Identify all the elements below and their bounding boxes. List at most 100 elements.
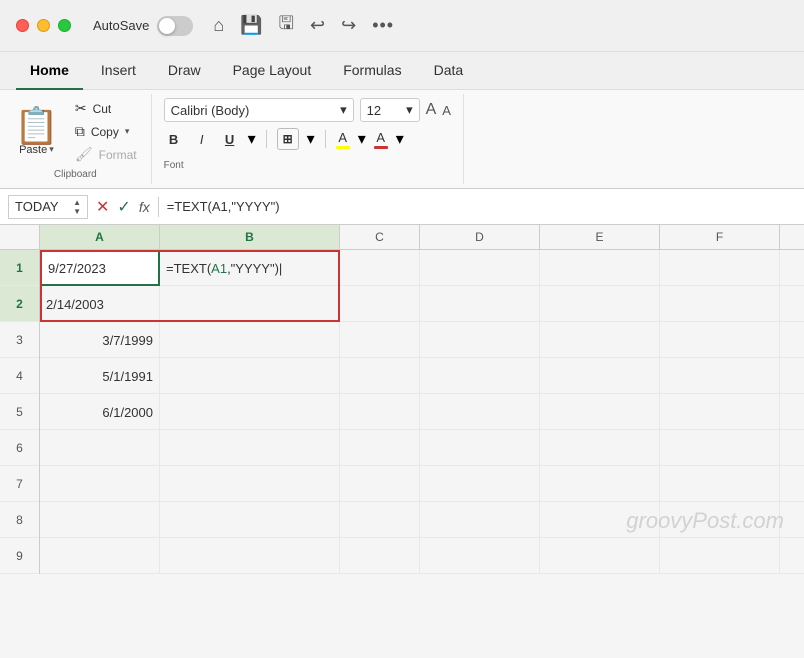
cell-d9[interactable] bbox=[420, 538, 540, 574]
cell-c3[interactable] bbox=[340, 322, 420, 358]
formula-cancel-button[interactable]: ✕ bbox=[96, 197, 109, 217]
tab-data[interactable]: Data bbox=[420, 52, 478, 90]
cell-e7[interactable] bbox=[540, 466, 660, 502]
bold-button[interactable]: B bbox=[164, 130, 184, 149]
font-family-dropdown[interactable]: Calibri (Body) ▾ bbox=[164, 98, 354, 122]
increase-font-button[interactable]: A bbox=[426, 101, 437, 119]
cell-e6[interactable] bbox=[540, 430, 660, 466]
cell-f1[interactable] bbox=[660, 250, 780, 286]
cell-c1[interactable] bbox=[340, 250, 420, 286]
cell-d8[interactable] bbox=[420, 502, 540, 538]
redo-icon[interactable]: ↪ bbox=[341, 15, 356, 36]
col-header-f[interactable]: F bbox=[660, 225, 780, 249]
minimize-button[interactable] bbox=[37, 19, 50, 32]
formula-confirm-button[interactable]: ✓ bbox=[117, 197, 130, 217]
cell-e2[interactable] bbox=[540, 286, 660, 322]
row-num-1[interactable]: 1 bbox=[0, 250, 39, 286]
save-cloud-icon[interactable]: 🖫 bbox=[279, 11, 294, 41]
cell-c8[interactable] bbox=[340, 502, 420, 538]
cell-e4[interactable] bbox=[540, 358, 660, 394]
cell-f4[interactable] bbox=[660, 358, 780, 394]
cell-f6[interactable] bbox=[660, 430, 780, 466]
cell-f5[interactable] bbox=[660, 394, 780, 430]
cell-a3[interactable]: 3/7/1999 bbox=[40, 322, 160, 358]
cell-a4[interactable]: 5/1/1991 bbox=[40, 358, 160, 394]
save-icon[interactable]: 💾 bbox=[240, 15, 262, 36]
cell-b2[interactable] bbox=[160, 286, 340, 322]
row-num-4[interactable]: 4 bbox=[0, 358, 39, 394]
row-num-3[interactable]: 3 bbox=[0, 322, 39, 358]
cell-e8[interactable] bbox=[540, 502, 660, 538]
name-box[interactable]: TODAY ▲▼ bbox=[8, 195, 88, 219]
cell-c6[interactable] bbox=[340, 430, 420, 466]
cell-b1[interactable]: =TEXT(A1,"YYYY")| bbox=[160, 250, 340, 286]
italic-button[interactable]: I bbox=[192, 130, 212, 149]
tab-page-layout[interactable]: Page Layout bbox=[219, 52, 326, 90]
cell-d7[interactable] bbox=[420, 466, 540, 502]
more-icon[interactable]: ••• bbox=[372, 15, 394, 36]
cell-f2[interactable] bbox=[660, 286, 780, 322]
underline-button[interactable]: U bbox=[220, 130, 240, 149]
tab-home[interactable]: Home bbox=[16, 52, 83, 90]
undo-icon[interactable]: ↩ bbox=[310, 15, 325, 36]
cell-d4[interactable] bbox=[420, 358, 540, 394]
tab-insert[interactable]: Insert bbox=[87, 52, 150, 90]
cell-e1[interactable] bbox=[540, 250, 660, 286]
row-num-5[interactable]: 5 bbox=[0, 394, 39, 430]
cell-a1[interactable]: 9/27/2023 bbox=[40, 250, 160, 286]
maximize-button[interactable] bbox=[58, 19, 71, 32]
col-header-d[interactable]: D bbox=[420, 225, 540, 249]
home-icon[interactable]: ⌂ bbox=[213, 15, 224, 36]
cell-e3[interactable] bbox=[540, 322, 660, 358]
highlight-color-button[interactable]: A bbox=[336, 130, 350, 149]
format-button[interactable]: 🖌 Format bbox=[69, 144, 143, 165]
cell-b5[interactable] bbox=[160, 394, 340, 430]
cell-a6[interactable] bbox=[40, 430, 160, 466]
autosave-toggle[interactable] bbox=[157, 16, 193, 36]
cell-b3[interactable] bbox=[160, 322, 340, 358]
tab-formulas[interactable]: Formulas bbox=[329, 52, 415, 90]
decrease-font-button[interactable]: A bbox=[442, 103, 451, 118]
cut-button[interactable]: ✂ Cut bbox=[69, 98, 143, 119]
cell-d6[interactable] bbox=[420, 430, 540, 466]
close-button[interactable] bbox=[16, 19, 29, 32]
row-num-9[interactable]: 9 bbox=[0, 538, 39, 574]
cell-e5[interactable] bbox=[540, 394, 660, 430]
col-header-a[interactable]: A bbox=[40, 225, 160, 249]
formula-fx-button[interactable]: fx bbox=[139, 199, 150, 215]
row-num-7[interactable]: 7 bbox=[0, 466, 39, 502]
cell-d5[interactable] bbox=[420, 394, 540, 430]
cell-c7[interactable] bbox=[340, 466, 420, 502]
paste-button[interactable]: 📋 Paste ▾ bbox=[8, 104, 65, 160]
cell-f7[interactable] bbox=[660, 466, 780, 502]
cell-b8[interactable] bbox=[160, 502, 340, 538]
cell-c5[interactable] bbox=[340, 394, 420, 430]
cell-f8[interactable] bbox=[660, 502, 780, 538]
cell-b7[interactable] bbox=[160, 466, 340, 502]
row-num-8[interactable]: 8 bbox=[0, 502, 39, 538]
cell-d2[interactable] bbox=[420, 286, 540, 322]
cell-a8[interactable] bbox=[40, 502, 160, 538]
cell-a2[interactable]: 2/14/2003 bbox=[40, 286, 160, 322]
col-header-c[interactable]: C bbox=[340, 225, 420, 249]
cell-d3[interactable] bbox=[420, 322, 540, 358]
font-color-button[interactable]: A bbox=[374, 130, 388, 149]
cell-a7[interactable] bbox=[40, 466, 160, 502]
col-header-e[interactable]: E bbox=[540, 225, 660, 249]
row-num-2[interactable]: 2 bbox=[0, 286, 39, 322]
cell-f9[interactable] bbox=[660, 538, 780, 574]
cell-e9[interactable] bbox=[540, 538, 660, 574]
cell-c4[interactable] bbox=[340, 358, 420, 394]
col-header-b[interactable]: B bbox=[160, 225, 340, 249]
tab-draw[interactable]: Draw bbox=[154, 52, 215, 90]
font-size-dropdown[interactable]: 12 ▾ bbox=[360, 98, 420, 122]
cell-c9[interactable] bbox=[340, 538, 420, 574]
cell-f3[interactable] bbox=[660, 322, 780, 358]
cell-b6[interactable] bbox=[160, 430, 340, 466]
border-button[interactable]: ⊞ bbox=[277, 128, 299, 150]
cell-d1[interactable] bbox=[420, 250, 540, 286]
cell-c2[interactable] bbox=[340, 286, 420, 322]
copy-button[interactable]: ⧉ Copy ▾ bbox=[69, 121, 143, 142]
row-num-6[interactable]: 6 bbox=[0, 430, 39, 466]
cell-b4[interactable] bbox=[160, 358, 340, 394]
